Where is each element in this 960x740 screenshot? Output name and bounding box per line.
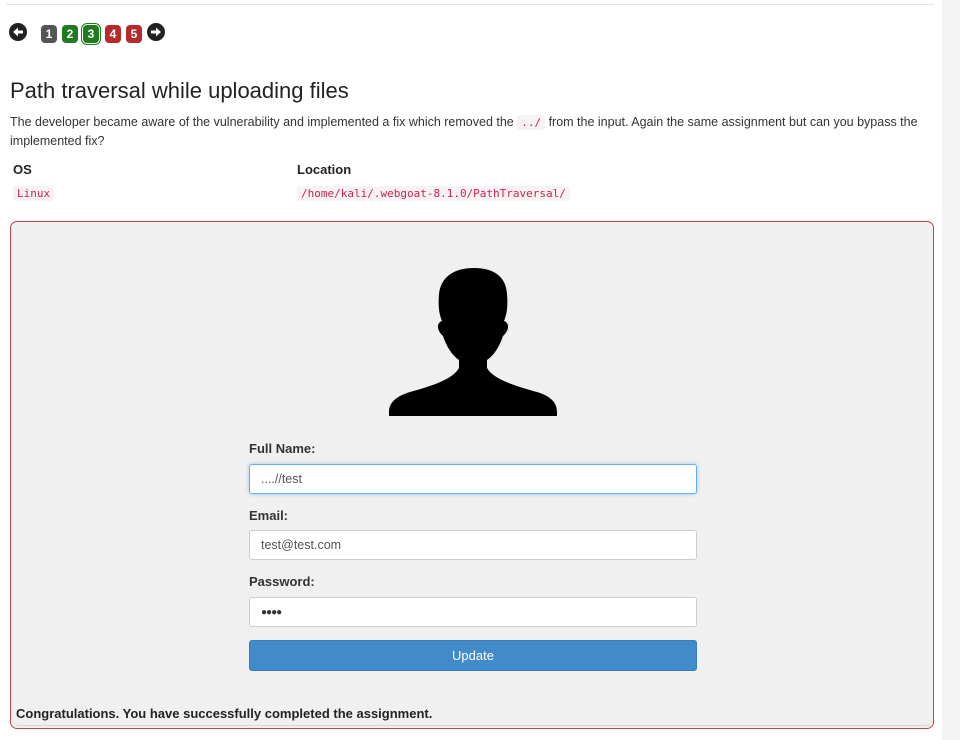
next-page-button[interactable]: [147, 23, 165, 41]
page-4[interactable]: 4: [105, 25, 121, 43]
arrow-right-icon: [151, 27, 161, 37]
location-value: /home/kali/.webgoat-8.1.0/PathTraversal/: [297, 186, 570, 201]
user-silhouette-icon: [389, 268, 557, 416]
lesson-description: The developer became aware of the vulner…: [10, 113, 930, 150]
top-divider: [6, 4, 934, 5]
page-1[interactable]: 1: [41, 25, 57, 43]
password-label: Password:: [249, 574, 315, 589]
full-name-label: Full Name:: [249, 441, 316, 456]
lesson-title: Path traversal while uploading files: [10, 78, 349, 103]
email-label: Email:: [249, 508, 289, 523]
inline-code: ../: [517, 115, 546, 130]
os-column-header: OS: [13, 162, 32, 177]
assignment-panel: Full Name: Email: Password: Update Congr…: [10, 221, 934, 729]
password-input[interactable]: [249, 597, 697, 627]
description-text: The developer became aware of the vulner…: [10, 115, 518, 129]
prev-page-button[interactable]: [9, 23, 27, 41]
page-2[interactable]: 2: [62, 25, 78, 43]
page-5[interactable]: 5: [126, 25, 142, 43]
right-scroll-gutter: [942, 0, 960, 740]
full-name-input[interactable]: [249, 464, 697, 494]
arrow-left-icon: [13, 27, 23, 37]
location-column-header: Location: [297, 162, 352, 177]
page-3[interactable]: 3: [83, 25, 99, 43]
email-input[interactable]: [249, 530, 697, 560]
feedback-divider: [16, 725, 930, 726]
success-feedback: Congratulations. You have successfully c…: [16, 706, 433, 721]
os-value: Linux: [13, 186, 55, 201]
update-button[interactable]: Update: [249, 640, 697, 671]
